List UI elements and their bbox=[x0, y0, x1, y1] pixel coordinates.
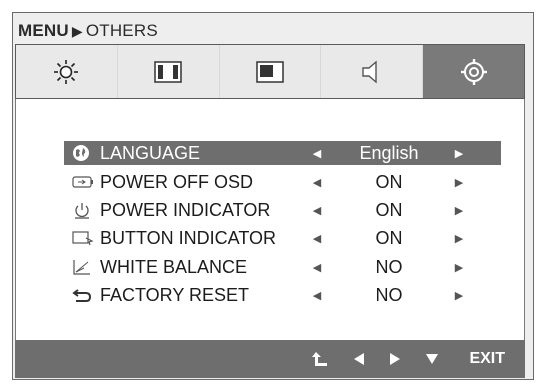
power-icon bbox=[75, 203, 89, 219]
globe-icon bbox=[73, 145, 89, 161]
menu-item-white-balance[interactable]: WHITE BALANCE ◀ NO ▶ bbox=[64, 255, 501, 279]
tab-display[interactable] bbox=[219, 45, 322, 98]
left-arrow-icon[interactable]: ◀ bbox=[300, 204, 334, 217]
menu-panel: LANGUAGE ◀ English ▶ POWER OFF OSD ◀ ON … bbox=[15, 99, 525, 340]
footer-bar: EXIT bbox=[15, 340, 525, 378]
right-arrow-icon[interactable]: ▶ bbox=[444, 289, 474, 302]
right-arrow-icon bbox=[390, 353, 401, 365]
power-off-osd-icon bbox=[72, 176, 93, 188]
left-button[interactable] bbox=[353, 352, 365, 366]
right-arrow-icon[interactable]: ▶ bbox=[444, 232, 474, 245]
menu-item-label: LANGUAGE bbox=[100, 142, 201, 163]
button-indicator-icon bbox=[72, 231, 94, 246]
menu-item-label: POWER OFF OSD bbox=[100, 171, 253, 192]
breadcrumb-menu: MENU bbox=[18, 21, 69, 40]
breadcrumb-section: OTHERS bbox=[85, 21, 158, 40]
menu-item-button-indicator[interactable]: BUTTON INDICATOR ◀ ON ▶ bbox=[64, 226, 501, 250]
exit-button[interactable]: EXIT bbox=[469, 350, 505, 368]
gear-icon bbox=[460, 58, 487, 85]
brightness-icon bbox=[54, 59, 79, 84]
reset-icon bbox=[72, 289, 92, 302]
menu-item-language[interactable]: LANGUAGE ◀ English ▶ bbox=[64, 141, 501, 165]
tab-audio[interactable] bbox=[321, 45, 424, 98]
right-arrow-icon[interactable]: ▶ bbox=[444, 147, 474, 160]
right-arrow-icon[interactable]: ▶ bbox=[444, 176, 474, 189]
tab-others[interactable] bbox=[423, 45, 524, 98]
menu-item-label: BUTTON INDICATOR bbox=[100, 227, 277, 248]
down-button[interactable] bbox=[425, 353, 439, 365]
menu-item-power-off-osd[interactable]: POWER OFF OSD ◀ ON ▶ bbox=[64, 170, 501, 194]
left-arrow-icon[interactable]: ◀ bbox=[300, 176, 334, 189]
right-button[interactable] bbox=[389, 352, 401, 366]
menu-item-value: ON bbox=[375, 171, 403, 192]
left-arrow-icon[interactable]: ◀ bbox=[300, 147, 334, 160]
down-arrow-icon bbox=[426, 354, 439, 364]
white-balance-icon bbox=[73, 260, 90, 275]
right-arrow-icon[interactable]: ▶ bbox=[444, 261, 474, 274]
breadcrumb-arrow-icon: ▶ bbox=[71, 23, 83, 39]
menu-item-power-indicator[interactable]: POWER INDICATOR ◀ ON ▶ bbox=[64, 198, 501, 222]
breadcrumb: MENU ▶ OTHERS bbox=[18, 21, 158, 41]
speaker-icon bbox=[362, 59, 377, 84]
menu-item-label: FACTORY RESET bbox=[100, 284, 250, 305]
menu-item-value: NO bbox=[375, 256, 403, 277]
back-button[interactable] bbox=[311, 350, 329, 368]
tab-picture[interactable] bbox=[16, 45, 118, 98]
menu-item-value: English bbox=[359, 142, 419, 163]
left-arrow-icon bbox=[354, 353, 365, 365]
menu-item-value: ON bbox=[375, 199, 403, 220]
menu-item-factory-reset[interactable]: FACTORY RESET ◀ NO ▶ bbox=[64, 283, 501, 307]
menu-item-label: WHITE BALANCE bbox=[100, 256, 248, 277]
tab-bar bbox=[15, 44, 525, 99]
menu-item-value: ON bbox=[375, 227, 403, 248]
right-arrow-icon[interactable]: ▶ bbox=[444, 204, 474, 217]
left-arrow-icon[interactable]: ◀ bbox=[300, 261, 334, 274]
menu-item-value: NO bbox=[375, 284, 403, 305]
back-icon bbox=[312, 352, 328, 366]
menu-item-label: POWER INDICATOR bbox=[100, 199, 271, 220]
tab-color[interactable] bbox=[117, 45, 220, 98]
color-icon bbox=[154, 60, 182, 83]
left-arrow-icon[interactable]: ◀ bbox=[300, 232, 334, 245]
left-arrow-icon[interactable]: ◀ bbox=[300, 289, 334, 302]
display-icon bbox=[256, 60, 284, 83]
